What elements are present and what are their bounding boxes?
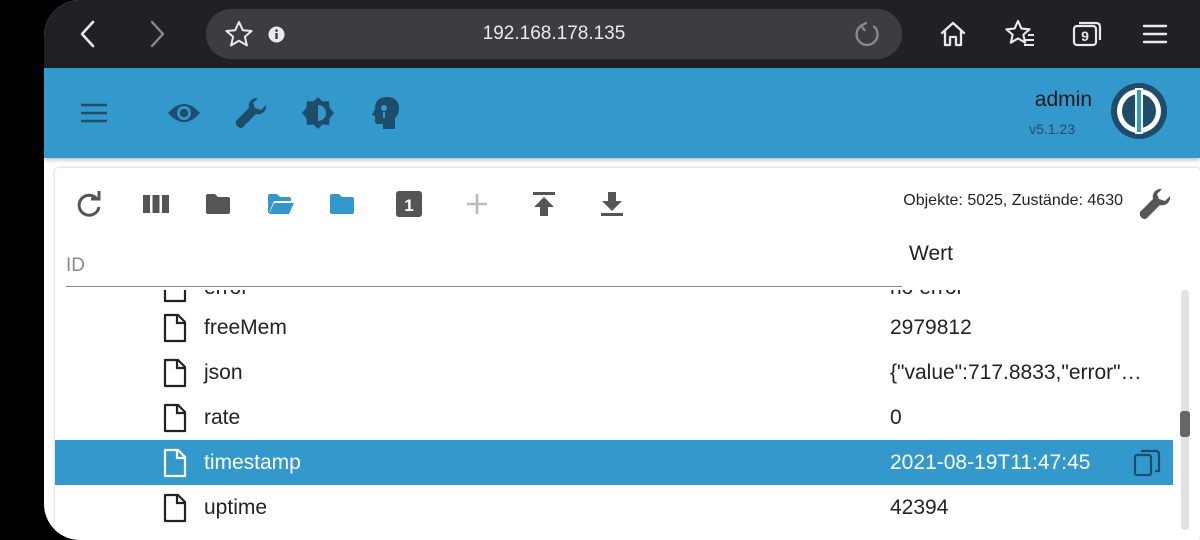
object-list: error no error freeMem 2979812 json {"va… (55, 290, 1173, 540)
menu-icon[interactable] (1135, 14, 1175, 54)
row-id: timestamp (204, 451, 301, 474)
scrollbar-track[interactable] (1181, 290, 1189, 530)
browser-toolbar: 192.168.178.135 9 (44, 0, 1200, 68)
version-label: v5.1.23 (1029, 121, 1075, 137)
upload-icon[interactable] (524, 184, 564, 224)
add-icon[interactable] (457, 184, 497, 224)
table-row[interactable]: freeMem 2979812 (55, 305, 1173, 350)
file-icon (163, 290, 187, 303)
file-icon (163, 403, 187, 433)
badge-number: 1 (404, 196, 413, 215)
home-icon[interactable] (933, 14, 973, 54)
expert-mode-icon[interactable] (365, 92, 407, 134)
number-badge-icon[interactable]: 1 (389, 184, 429, 224)
menu-icon[interactable] (73, 92, 115, 134)
refresh-icon[interactable] (69, 184, 109, 224)
address-bar[interactable]: 192.168.178.135 (206, 9, 902, 59)
row-value: {"value":717.8833,"error":"no error"} (890, 361, 1146, 384)
app-header: admin v5.1.23 (44, 68, 1200, 158)
favorites-icon[interactable] (1000, 14, 1040, 54)
forward-icon[interactable] (137, 14, 177, 54)
eye-icon[interactable] (163, 92, 205, 134)
id-filter-input[interactable] (66, 240, 902, 287)
user-name: admin (1034, 88, 1092, 111)
tabs-icon[interactable]: 9 (1067, 14, 1107, 54)
row-id: json (204, 361, 243, 384)
wrench-icon[interactable] (230, 92, 272, 134)
copy-icon[interactable] (1133, 449, 1161, 477)
row-value: 0 (890, 406, 902, 429)
url-text: 192.168.178.135 (482, 23, 626, 44)
row-value: 2021-08-19T11:47:45 (890, 451, 1091, 474)
scrollbar-thumb[interactable] (1180, 411, 1190, 437)
file-icon (163, 493, 187, 523)
file-icon (163, 313, 187, 343)
table-row[interactable]: uptime 42394 (55, 485, 1173, 530)
objects-panel: 1 Objekte: 5025, Zustände: 4630 Wert err… (55, 168, 1200, 540)
row-value: 2979812 (890, 316, 972, 339)
row-value: 42394 (890, 496, 949, 519)
folder-open-icon[interactable] (261, 184, 301, 224)
row-id: rate (204, 406, 241, 429)
row-id: freeMem (204, 316, 287, 339)
file-icon (163, 358, 187, 388)
brightness-icon[interactable] (297, 92, 339, 134)
reload-icon[interactable] (853, 20, 881, 48)
columns-icon[interactable] (136, 184, 176, 224)
object-counts: Objekte: 5025, Zustände: 4630 (903, 192, 1123, 209)
table-row[interactable]: json {"value":717.8833,"error":"no error… (55, 350, 1173, 395)
row-id: uptime (204, 496, 268, 519)
folder-icon[interactable] (198, 184, 238, 224)
download-icon[interactable] (592, 184, 632, 224)
settings-wrench-icon[interactable] (1135, 184, 1175, 224)
iobroker-logo[interactable] (1110, 82, 1168, 140)
device-screen: 192.168.178.135 9 admin v5.1.23 1 Objekt… (44, 0, 1200, 540)
file-icon (163, 448, 187, 478)
table-row[interactable]: rate 0 (55, 395, 1173, 440)
back-icon[interactable] (68, 14, 108, 54)
folder-closed-icon[interactable] (322, 184, 362, 224)
tab-count: 9 (1081, 28, 1089, 44)
value-column-header: Wert (909, 242, 953, 265)
table-row-selected[interactable]: timestamp 2021-08-19T11:47:45 (55, 440, 1173, 485)
